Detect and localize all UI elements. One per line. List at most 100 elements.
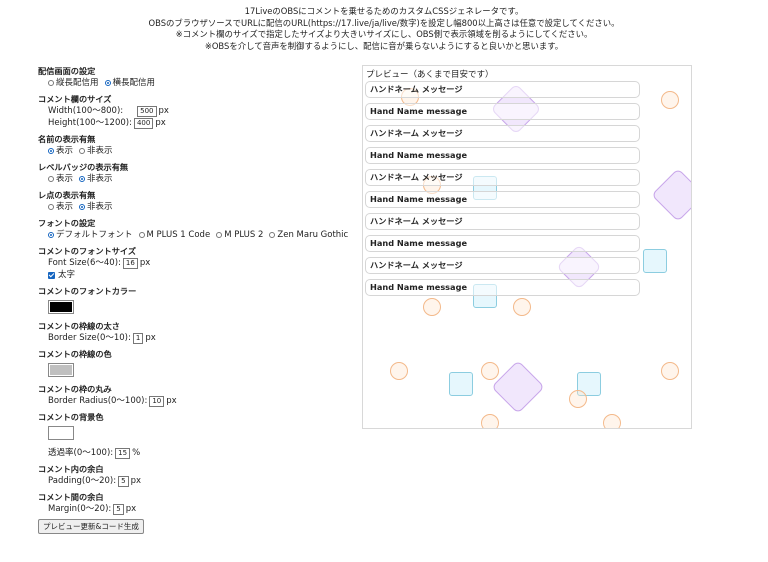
margin-input[interactable]: 5 [113,503,124,515]
circle-decoration-icon [661,91,679,109]
preview-comment: Hand Name message [365,191,640,208]
radio-selected-icon [79,176,86,182]
radio-portrait[interactable]: 縦長配信用 [48,77,99,89]
font-color-section: コメントのフォントカラー [38,286,358,321]
alpha-input[interactable]: 15 [115,447,131,459]
color-fill [50,365,72,375]
font-size-label: Font Size(6～40): [48,258,121,268]
bold-checkbox[interactable] [48,271,55,279]
radio-landscape[interactable]: 横長配信用 [104,77,155,89]
settings-panel: 配信画面の設定 縦長配信用 横長配信用 コメント欄のサイズ Width(100～… [38,66,358,534]
radio-selected-icon [48,232,54,238]
preview-comment: Hand Name message [365,103,640,120]
radio-dot-hide[interactable]: 非表示 [79,201,113,213]
diamond-decoration-icon [491,360,545,414]
radio-icon [138,232,145,238]
section-title: コメントの枠線の色 [38,349,112,359]
margin-label: Margin(0～20): [48,504,112,514]
section-title: コメント内の余白 [38,464,104,474]
preview-generate-button[interactable]: プレビュー更新&コード生成 [38,519,144,534]
preview-comment: Hand Name message [365,235,640,252]
border-radius-input[interactable]: 10 [149,395,165,407]
diamond-decoration-icon [651,168,691,222]
intro-line: ※OBSを介して音声を制御するようにし、配信に音が乗らないようにすると良いかと思… [204,40,564,51]
preview-title: プレビュー（あくまで目安です） [366,70,494,80]
preview-comment: ハンドネーム メッセージ [365,213,640,230]
section-title: 名前の表示有無 [38,134,96,144]
section-title: コメントの枠の丸み [38,384,112,394]
color-fill [50,302,72,312]
border-radius-label: Border Radius(0～100): [48,396,148,406]
section-title: レベルバッジの表示有無 [38,162,129,172]
radio-dot-show[interactable]: 表示 [48,201,73,213]
name-display-section: 名前の表示有無 表示 非表示 [38,134,358,157]
square-decoration-icon [643,249,667,273]
font-color-picker[interactable] [48,300,74,314]
circle-decoration-icon [661,362,679,380]
preview-comment: Hand Name message [365,147,640,164]
section-title: コメント欄のサイズ [38,94,112,104]
section-title: コメントのフォントカラー [38,286,137,296]
intro-line: OBSのブラウザソースでURLに配信のURL(https://17.live/j… [148,17,620,28]
radio-icon [79,148,86,154]
radio-name-show[interactable]: 表示 [48,145,73,157]
circle-decoration-icon [569,390,587,408]
height-input[interactable]: 400 [133,117,154,129]
bg-color-picker[interactable] [48,426,74,440]
orientation-section: 配信画面の設定 縦長配信用 横長配信用 [38,66,358,89]
bold-label: 太字 [58,270,76,280]
circle-decoration-icon [513,298,531,316]
margin-section: コメント間の余白 Margin(0～20): 5 px [38,492,358,515]
font-section: フォントの設定 デフォルトフォント M PLUS 1 Code M PLUS 2… [38,218,358,241]
preview-comment: ハンドネーム メッセージ [365,125,640,142]
width-input[interactable]: 500 [137,105,157,117]
padding-label: Padding(0～20): [48,476,117,486]
font-size-section: コメントのフォントサイズ Font Size(6～40): 16 px 太字 [38,246,358,281]
section-title: レ点の表示有無 [38,190,96,200]
border-size-label: Border Size(0～10): [48,333,131,343]
width-label: Width(100～800): [48,106,124,116]
preview-comment: ハンドネーム メッセージ [365,169,640,186]
intro-line: ※コメント欄のサイズで指定したサイズより大きいサイズにし、OBS側で表示領域を削… [175,29,593,39]
circle-decoration-icon [423,298,441,316]
radio-selected-icon [48,148,54,154]
section-title: コメントの背景色 [38,412,104,422]
bg-color-section: コメントの背景色 透過率(0～100): 15% [38,412,358,459]
preview-comment: ハンドネーム メッセージ [365,81,640,98]
dot-section: レ点の表示有無 表示 非表示 [38,190,358,213]
radio-font-zenmaru[interactable]: Zen Maru Gothic [269,229,348,241]
radio-font-mplus1code[interactable]: M PLUS 1 Code [138,229,210,241]
border-size-input[interactable]: 1 [132,332,144,344]
section-title: 配信画面の設定 [38,66,96,76]
radio-badge-show[interactable]: 表示 [48,173,73,185]
radio-selected-icon [79,204,86,210]
border-color-section: コメントの枠線の色 [38,349,358,384]
circle-decoration-icon [603,414,621,428]
height-label: Height(100～1200): [48,118,132,128]
circle-decoration-icon [481,362,499,380]
radio-selected-icon [104,80,111,86]
section-title: コメントのフォントサイズ [38,246,137,256]
padding-input[interactable]: 5 [118,475,129,487]
preview-comment: Hand Name message [365,279,640,296]
radio-icon [48,204,54,210]
radio-font-default[interactable]: デフォルトフォント [48,229,133,241]
square-decoration-icon [449,372,473,396]
alpha-label: 透過率(0～100): [48,448,114,458]
circle-decoration-icon [481,414,499,428]
section-title: フォントの設定 [38,218,96,228]
level-badge-section: レベルバッジの表示有無 表示 非表示 [38,162,358,185]
border-color-picker[interactable] [48,363,74,377]
radio-name-hide[interactable]: 非表示 [79,145,113,157]
radio-font-mplus2[interactable]: M PLUS 2 [216,229,263,241]
color-fill [50,428,72,438]
padding-section: コメント内の余白 Padding(0～20): 5 px [38,464,358,487]
font-size-input[interactable]: 16 [122,257,138,269]
radio-badge-hide[interactable]: 非表示 [79,173,113,185]
radio-icon [48,176,54,182]
radio-icon [269,232,276,238]
size-section: コメント欄のサイズ Width(100～800): 500 px Height(10… [38,94,358,129]
preview-panel: プレビュー（あくまで目安です） ハンドネーム メッセージ Hand Name m… [362,65,692,429]
section-title: コメントの枠線の太さ [38,321,120,331]
intro-text: 17LiveのOBSにコメントを乗せるためのカスタムCSSジェネレータです。 O… [0,6,768,52]
